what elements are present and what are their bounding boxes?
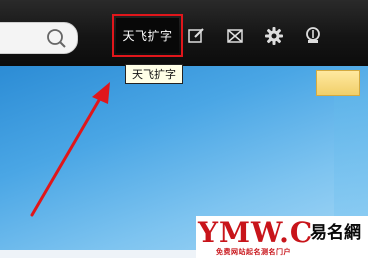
watermark-brand: 易名網 (310, 223, 361, 243)
watermark-subtitle: 免费网站起名测名门户 (216, 248, 291, 256)
svg-text:YMW.CN: YMW.CN (197, 216, 311, 246)
watermark-stamp-icon: YMW.CN (197, 216, 311, 246)
screenshot-frame: 天飞扩字 天飞扩字 YMW.C 易名網 免费网站起名测名门户 (0, 0, 368, 258)
watermark-logo: YMW.CN 易名網 免费网站起名测名门户 (196, 216, 368, 258)
